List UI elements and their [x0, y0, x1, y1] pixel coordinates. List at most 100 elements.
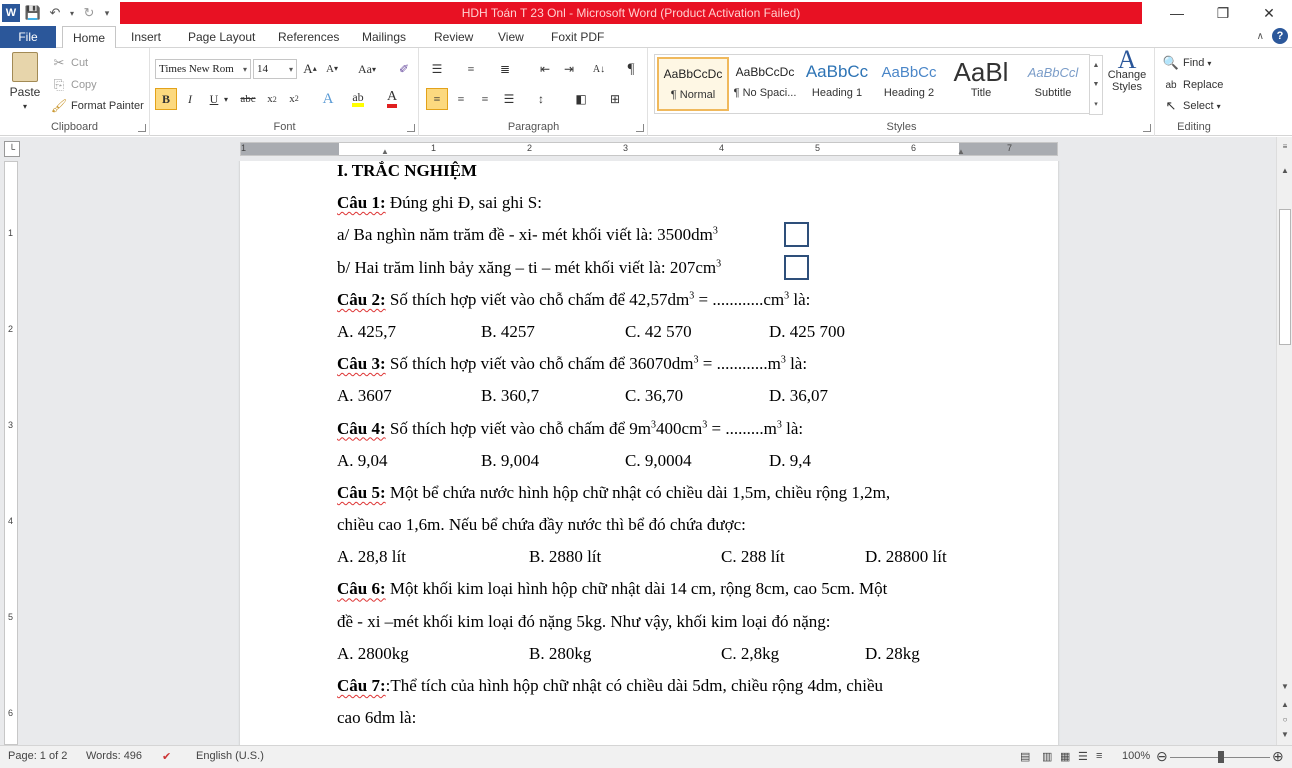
previous-page-icon[interactable]: ▲	[1277, 697, 1292, 711]
indent-marker-icon[interactable]: ▲	[381, 147, 389, 156]
style-subtitle[interactable]: AaBbCcl Subtitle	[1017, 57, 1089, 111]
redo-icon[interactable]: ↻	[80, 4, 98, 22]
tab-page-layout[interactable]: Page Layout	[188, 26, 255, 48]
style-no-spacing[interactable]: AaBbCcDc ¶ No Spaci...	[729, 57, 801, 111]
line-spacing-icon[interactable]: ↕	[530, 88, 552, 110]
web-layout-icon[interactable]: ▦	[1060, 750, 1070, 763]
bold-button[interactable]: B	[155, 88, 177, 110]
text-effects-icon[interactable]: A	[317, 88, 339, 110]
cut-button[interactable]: ✂ Cut	[50, 54, 89, 72]
numbering-icon[interactable]: ≡	[460, 58, 482, 80]
paragraph-launcher-icon[interactable]	[636, 124, 644, 132]
replace-button[interactable]: ab Replace	[1162, 76, 1223, 94]
restore-button[interactable]: ❐	[1200, 0, 1246, 26]
styles-launcher-icon[interactable]	[1143, 124, 1151, 132]
help-icon[interactable]: ?	[1272, 28, 1288, 44]
tab-home[interactable]: Home	[62, 26, 116, 49]
align-center-icon[interactable]: ≡	[450, 88, 472, 110]
find-button[interactable]: 🔍 Find ▾	[1162, 54, 1212, 72]
clipboard-launcher-icon[interactable]	[138, 124, 146, 132]
minimize-button[interactable]: —	[1154, 0, 1200, 26]
scrollbar-thumb[interactable]	[1279, 209, 1291, 345]
save-icon[interactable]: 💾	[24, 4, 42, 22]
subscript-button[interactable]: x2	[261, 88, 283, 110]
clear-formatting-icon[interactable]: ✐	[393, 58, 415, 80]
zoom-out-icon[interactable]: ⊖	[1156, 748, 1168, 765]
zoom-slider-thumb[interactable]	[1218, 751, 1224, 763]
collapse-ribbon-icon[interactable]: ∧	[1257, 31, 1264, 42]
chevron-up-icon[interactable]: ▲	[1093, 62, 1100, 69]
underline-dropdown-icon[interactable]: ▾	[221, 88, 231, 110]
select-browse-object-icon[interactable]: ○	[1277, 712, 1292, 726]
borders-icon[interactable]: ⊞	[604, 88, 626, 110]
superscript-button[interactable]: x2	[283, 88, 305, 110]
scroll-down-icon[interactable]: ▼	[1277, 679, 1292, 693]
sort-icon[interactable]: A↓	[588, 58, 610, 80]
copy-button[interactable]: ⎘ Copy	[50, 76, 97, 94]
page-count[interactable]: Page: 1 of 2	[8, 750, 67, 762]
zoom-level[interactable]: 100%	[1122, 750, 1150, 762]
full-screen-reading-icon[interactable]: ▥	[1042, 750, 1052, 763]
vertical-ruler[interactable]: 1 2 3 4 5 6	[4, 161, 18, 745]
draft-icon[interactable]: ≡	[1096, 750, 1102, 762]
bullets-icon[interactable]: ☰	[426, 58, 448, 80]
ruler-toggle-icon[interactable]: ≡	[1277, 139, 1292, 153]
styles-gallery-scroll[interactable]: ▲ ▼ ▾	[1089, 55, 1103, 115]
decrease-indent-icon[interactable]: ⇤	[534, 58, 556, 80]
scroll-up-icon[interactable]: ▲	[1277, 163, 1292, 177]
tab-references[interactable]: References	[278, 26, 339, 48]
strikethrough-button[interactable]: abc	[237, 88, 259, 110]
style-normal[interactable]: AaBbCcDc ¶ Normal	[657, 57, 729, 111]
print-layout-icon[interactable]: ▤	[1020, 750, 1030, 763]
outline-icon[interactable]: ☰	[1078, 750, 1088, 763]
language[interactable]: English (U.S.)	[196, 750, 264, 762]
word-count[interactable]: Words: 496	[86, 750, 142, 762]
undo-dropdown-icon[interactable]: ▾	[68, 4, 76, 22]
tab-foxit-pdf[interactable]: Foxit PDF	[551, 26, 604, 48]
tab-view[interactable]: View	[498, 26, 524, 48]
justify-icon[interactable]: ☰	[498, 88, 520, 110]
proofing-icon[interactable]: ✔	[162, 750, 171, 763]
multilevel-list-icon[interactable]: ≣	[494, 58, 516, 80]
align-left-icon[interactable]: ≡	[426, 88, 448, 110]
tab-selector-icon[interactable]: └	[4, 141, 20, 157]
shrink-font-icon[interactable]: A ▾	[321, 58, 343, 80]
zoom-in-icon[interactable]: ⊕	[1272, 748, 1284, 765]
change-case-icon[interactable]: Aa ▾	[352, 58, 382, 80]
document-page[interactable]: I. TRẮC NGHIỆM Câu 1: Đúng ghi Đ, sai gh…	[240, 161, 1058, 745]
shading-icon[interactable]: ◧	[570, 88, 592, 110]
tab-mailings[interactable]: Mailings	[362, 26, 406, 48]
font-color-icon[interactable]: A	[381, 88, 403, 110]
tab-review[interactable]: Review	[434, 26, 473, 48]
show-formatting-icon[interactable]: ¶	[620, 58, 642, 80]
change-styles-button[interactable]: A Change Styles	[1104, 47, 1150, 94]
vertical-scrollbar[interactable]: ≡ ▲ ▼ ▲ ○ ▼	[1276, 137, 1292, 745]
increase-indent-icon[interactable]: ⇥	[558, 58, 580, 80]
font-family-select[interactable]: Times New Rom ▾	[155, 59, 251, 79]
highlight-icon[interactable]: ab	[347, 88, 369, 110]
right-indent-marker-icon[interactable]: ▲	[957, 147, 965, 156]
close-button[interactable]: ✕	[1246, 0, 1292, 26]
format-painter-button[interactable]: 🖌 Format Painter	[50, 97, 144, 115]
answer-box-b[interactable]	[784, 254, 809, 280]
select-button[interactable]: ↖ Select ▾	[1162, 97, 1221, 115]
horizontal-ruler[interactable]: 1 1 2 3 4 5 6 7 ▲ ▲	[240, 142, 1058, 156]
grow-font-icon[interactable]: A ▴	[299, 58, 321, 80]
style-heading-2[interactable]: AaBbCc Heading 2	[873, 57, 945, 111]
answer-box-a[interactable]	[784, 222, 809, 248]
document-content[interactable]: I. TRẮC NGHIỆM Câu 1: Đúng ghi Đ, sai gh…	[337, 161, 963, 734]
style-title[interactable]: AaBl Title	[945, 57, 1017, 111]
font-launcher-icon[interactable]	[407, 124, 415, 132]
tab-insert[interactable]: Insert	[131, 26, 161, 48]
font-size-select[interactable]: 14 ▾	[253, 59, 297, 79]
more-icon[interactable]: ▾	[1094, 100, 1098, 108]
next-page-icon[interactable]: ▼	[1277, 727, 1292, 741]
word-app-icon[interactable]: W	[2, 4, 20, 22]
italic-button[interactable]: I	[179, 88, 201, 110]
tab-file[interactable]: File	[0, 26, 56, 48]
customize-qat-icon[interactable]: ▾	[102, 4, 112, 22]
align-right-icon[interactable]: ≡	[474, 88, 496, 110]
style-heading-1[interactable]: AaBbCc Heading 1	[801, 57, 873, 111]
paste-button[interactable]: Paste ▾	[6, 52, 44, 111]
chevron-down-icon[interactable]: ▼	[1093, 81, 1100, 88]
